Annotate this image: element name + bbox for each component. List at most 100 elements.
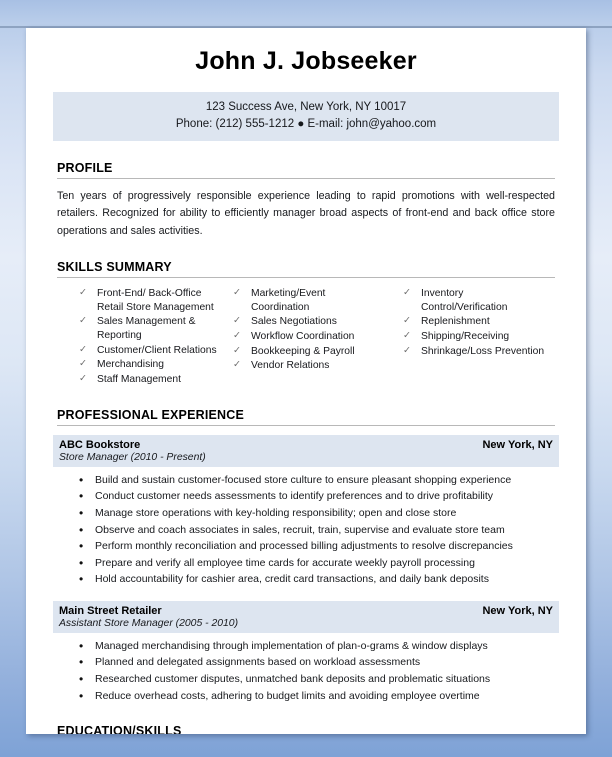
job-bullet: • Hold accountability for cashier area, c… [57,571,555,588]
check-icon: ✓ [403,344,411,356]
check-icon: ✓ [79,358,87,370]
job-bullet: • Researched customer disputes, unmatched… [57,671,555,688]
job-bullet-list: • Build and sustain customer-focused stor… [57,472,555,588]
contact-band: 123 Success Ave, New York, NY 10017 Phon… [53,91,559,141]
job-bullet: • Build and sustain customer-focused stor… [57,472,555,489]
address-line: 123 Success Ave, New York, NY 10017 [205,100,407,113]
job-bullet-text: Perform monthly reconciliation and proce… [95,540,513,553]
job-company: Main Street Retailer [59,604,162,617]
skill-item: ✓ Inventory Control/Verification [399,287,549,314]
check-icon: ✓ [79,343,87,355]
job-spacer [57,588,555,601]
check-icon: ✓ [233,359,241,371]
skill-item: ✓ Vendor Relations [229,359,383,373]
job-bullet: • Planned and delegated assignments based… [57,654,555,671]
check-icon: ✓ [403,286,411,298]
skill-item: ✓ Customer/Client Relations [75,344,217,358]
job-header-row: Main Street Retailer New York, NY [59,605,553,617]
job-bullet-text: Conduct customer needs assessments to id… [95,490,494,503]
section-heading-education: EDUCATION/SKILLS [57,724,182,734]
skill-label: Bookkeeping & Payroll [251,345,355,357]
section-rule-profile [57,178,555,179]
skills-column-1: ✓ Front-End/ Back-Office Retail Store Man… [57,287,223,388]
skill-item: ✓ Shipping/Receiving [399,330,549,344]
skills-column-3: ✓ Inventory Control/Verification ✓ Replenis… [389,287,555,388]
skills-list-1: ✓ Front-End/ Back-Office Retail Store Man… [75,287,217,387]
skill-label: Front-End/ Back-Office Retail Store Mana… [97,287,214,313]
skill-label: Workflow Coordination [251,331,355,343]
skill-item: ✓ Merchandising [75,358,217,372]
check-icon: ✓ [79,373,87,385]
job-bullet: • Prepare and verify all employee time ca… [57,555,555,572]
section-rule-experience [57,424,555,426]
job-bullet-text: Build and sustain customer-focused store… [95,473,512,486]
skill-item: ✓ Workflow Coordination [229,330,383,344]
job-location: New York, NY [482,604,553,617]
job-bullet-text: Researched customer disputes, unmatched … [95,673,491,685]
skill-item: ✓ Sales Negotiations [229,315,383,329]
skill-label: Replenishment [421,316,490,328]
job-bullet: • Manage store operations with key-holdin… [57,505,555,522]
job-bullet: • Reduce overhead costs, adhering to budg… [57,688,555,705]
skill-item: ✓ Sales Management & Reporting [75,315,217,342]
job-bullet-text: Managed merchandising through implementa… [95,639,488,652]
skill-label: Sales Management & Reporting [97,316,196,342]
skill-label: Staff Management [97,374,181,386]
skill-item: ✓ Marketing/Event Coordination [229,287,383,314]
job-bullet-text: Observe and coach associates in sales, r… [95,523,505,536]
job-title: Store Manager (2010 - Present) [59,451,206,463]
page-title: John J. Jobseeker [195,47,417,75]
skill-label: Shrinkage/Loss Prevention [421,345,545,357]
job-bullet-text: Hold accountability for cashier area, cr… [95,573,489,586]
skills-column-2: ✓ Marketing/Event Coordination ✓ Sales Nego… [223,287,389,388]
job-header-row: ABC Bookstore New York, NY [59,439,553,451]
job-company: ABC Bookstore [59,438,141,451]
job-bullet-text: Planned and delegated assignments based … [95,656,421,669]
check-icon: ✓ [233,344,241,356]
experience-list: ABC Bookstore New York, NY Store Manager (… [53,434,559,704]
check-icon: ✓ [233,330,241,342]
resume-page: John J. Jobseeker 123 Success Ave, New Y… [26,28,586,734]
section-rule-skills [57,276,555,278]
job-bullet: • Conduct customer needs assessments to i… [57,488,555,505]
bullet-icon: • [79,688,84,703]
skill-item: ✓ Shrinkage/Loss Prevention [399,345,549,359]
job-bullet: • Managed merchandising through implement… [57,638,555,655]
check-icon: ✓ [403,315,411,327]
skill-label: Marketing/Event Coordination [251,287,326,313]
section-heading-skills: SKILLS SUMMARY [57,259,172,274]
job-header-band: ABC Bookstore New York, NY Store Manager (… [53,434,559,467]
job-bullet-text: Prepare and verify all employee time car… [95,556,475,569]
check-icon: ✓ [233,286,241,298]
skills-list-3: ✓ Inventory Control/Verification ✓ Replenis… [399,287,549,358]
check-icon: ✓ [233,315,241,327]
skill-label: Customer/Client Relations [97,344,217,356]
section-heading-experience: PROFESSIONAL EXPERIENCE [57,407,245,422]
skill-label: Vendor Relations [251,360,330,372]
check-icon: ✓ [79,286,87,298]
skills-list-2: ✓ Marketing/Event Coordination ✓ Sales Nego… [229,287,383,373]
skill-item: ✓ Replenishment [399,315,549,329]
bullet-icon: • [79,572,84,587]
desktop-background: John J. Jobseeker 123 Success Ave, New Y… [0,0,612,757]
skill-item: ✓ Front-End/ Back-Office Retail Store Man… [75,287,217,314]
job-bullet-list: • Managed merchandising through implement… [57,638,555,704]
job-location: New York, NY [482,438,553,451]
job-bullet: • Observe and coach associates in sales, … [57,522,555,539]
job-header-band: Main Street Retailer New York, NY Assistan… [53,600,559,633]
skill-label: Sales Negotiations [251,316,337,328]
skills-summary-columns: ✓ Front-End/ Back-Office Retail Store Man… [57,287,555,388]
job-bullet: • Perform monthly reconciliation and proc… [57,538,555,555]
skill-item: ✓ Staff Management [75,373,217,387]
skill-label: Inventory Control/Verification [421,287,508,313]
profile-text: Ten years of progressively responsible e… [57,190,555,237]
section-heading-profile: PROFILE [57,161,113,175]
skill-item: ✓ Bookkeeping & Payroll [229,345,383,359]
job-bullet-text: Manage store operations with key-holding… [95,506,457,519]
skill-label: Shipping/Receiving [421,331,510,343]
check-icon: ✓ [79,315,87,327]
skill-label: Merchandising [97,359,164,371]
phone-email-line: Phone: (212) 555-1212 ● E-mail: john@yah… [175,117,437,130]
job-title: Assistant Store Manager (2005 - 2010) [59,617,239,629]
check-icon: ✓ [403,330,411,342]
